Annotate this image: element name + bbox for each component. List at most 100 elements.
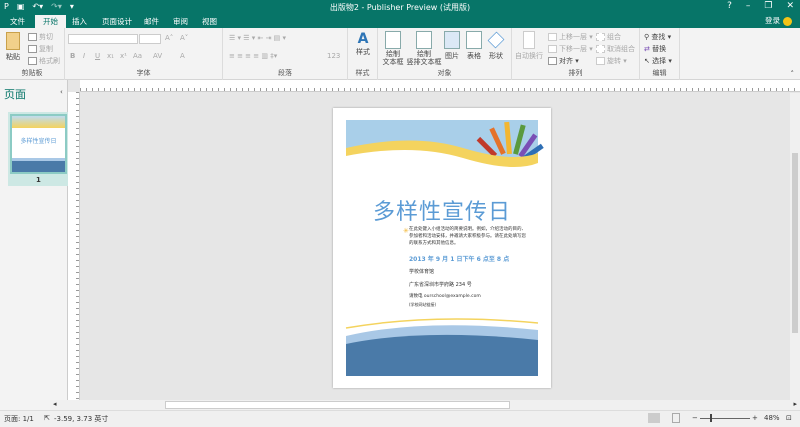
page-graphics: ✳ (345, 120, 544, 376)
numbering-format-button[interactable]: 123 (327, 52, 340, 60)
tab-review[interactable]: 审阅 (165, 15, 196, 28)
thumbnail-title: 多样性宣传日 (20, 138, 57, 145)
tab-insert[interactable]: 插入 (64, 15, 95, 28)
clipboard-group: 粘贴 剪切 复制 格式刷 剪贴板 (0, 28, 65, 80)
font-size-select[interactable] (139, 34, 161, 44)
restore-button[interactable]: ❐ (764, 1, 772, 11)
group-button[interactable]: 组合 (596, 32, 621, 42)
tab-mailings[interactable]: 邮件 (136, 15, 167, 28)
character-spacing-button[interactable]: AV (153, 52, 162, 60)
tab-view[interactable]: 视图 (194, 15, 225, 28)
thumbnail-page-number: 1 (36, 176, 41, 184)
wrap-icon (523, 31, 535, 49)
cut-button[interactable]: 剪切 (28, 32, 53, 42)
document-title[interactable]: 多样性宣传日 (373, 194, 511, 226)
ribbon: 粘贴 剪切 复制 格式刷 剪贴板 A˄ A˅ B I U x₁ x¹ Aa AV… (0, 28, 800, 80)
tab-home[interactable]: 开始 (35, 15, 66, 28)
bullets-button[interactable]: ☰ ▾ ☰ ▾ ⇤ ⇥ ▤ ▾ (229, 34, 286, 42)
find-button[interactable]: ⚲ 查找 ▾ (644, 32, 671, 42)
superscript-button[interactable]: x¹ (120, 52, 127, 60)
replace-button[interactable]: ⇄ 替换 (644, 44, 666, 54)
select-button[interactable]: ↖ 选择 ▾ (644, 56, 672, 66)
font-group: A˄ A˅ B I U x₁ x¹ Aa AV A 字体 (65, 28, 223, 80)
send-backward-button[interactable]: 下移一层 ▾ (548, 44, 593, 54)
paste-button[interactable]: 粘贴 (2, 32, 24, 62)
collapse-pane-button[interactable]: ‹ (60, 88, 63, 96)
help-button[interactable]: ? (727, 1, 732, 11)
title-bar: P ▣ ↶▾ ↷▾ ▾ 出版物2 - Publisher Preview (试用… (0, 0, 800, 14)
horizontal-ruler[interactable] (80, 80, 800, 92)
event-website[interactable]: (学校网站链接) (409, 302, 436, 308)
styles-button[interactable]: A 样式 (348, 31, 378, 57)
scroll-right-icon[interactable]: ▸ (793, 400, 797, 408)
vertical-textbox-icon (416, 31, 432, 49)
draw-textbox-button[interactable]: 绘制 文本框 (378, 31, 408, 66)
zoom-slider[interactable] (700, 418, 750, 419)
wrap-text-button[interactable]: 自动换行 (512, 31, 546, 61)
font-name-select[interactable] (68, 34, 138, 44)
vertical-scroll-thumb[interactable] (792, 153, 798, 333)
window-title: 出版物2 - Publisher Preview (试用版) (329, 3, 471, 12)
vertical-scrollbar[interactable] (790, 93, 800, 400)
zoom-out-button[interactable]: − (692, 414, 698, 422)
arrange-group: 自动换行 上移一层 ▾ 下移一层 ▾ 对齐 ▾ 组合 取消组合 旋转 ▾ 排列 (512, 28, 640, 80)
horizontal-scroll-thumb[interactable] (165, 401, 510, 409)
event-address[interactable]: 广东省深圳市学府路 234 号 (409, 282, 472, 290)
page-indicator[interactable]: 页面: 1/1 (4, 414, 34, 424)
draw-vertical-textbox-button[interactable]: 绘制 竖排文本框 (406, 31, 442, 66)
event-date[interactable]: 2013 年 9 月 1 日下午 6 点至 8 点 (409, 255, 509, 264)
page-thumbnail[interactable]: 多样性宣传日 (10, 114, 67, 174)
zoom-level[interactable]: 48% (764, 414, 780, 422)
arrange-label: 排列 (568, 69, 583, 77)
change-case-button[interactable]: Aa (133, 52, 142, 60)
login-link[interactable]: 登录 (765, 16, 780, 25)
minimize-button[interactable]: – (746, 1, 751, 11)
shrink-font-button[interactable]: A˅ (180, 34, 188, 42)
copy-button[interactable]: 复制 (28, 44, 53, 54)
bring-forward-button[interactable]: 上移一层 ▾ (548, 32, 593, 42)
close-button[interactable]: ✕ (786, 1, 794, 11)
shape-button[interactable]: 形状 (484, 31, 508, 61)
ungroup-button[interactable]: 取消组合 (596, 44, 635, 54)
collapse-ribbon-button[interactable]: ˄ (791, 70, 795, 78)
pages-pane: 页面 ‹ 多样性宣传日 1 (0, 80, 69, 410)
zoom-in-button[interactable]: + (752, 414, 758, 422)
event-contact[interactable]: 请致电 ourschool@example.com (409, 294, 481, 301)
cursor-icon: ⇱ (44, 414, 50, 422)
table-button[interactable]: 表格 (462, 31, 486, 61)
rotate-button[interactable]: 旋转 ▾ (596, 56, 627, 66)
bold-button[interactable]: B (70, 52, 75, 60)
fit-page-icon[interactable]: ⊡ (786, 414, 792, 422)
italic-button[interactable]: I (83, 52, 85, 60)
two-page-view-button[interactable] (672, 413, 680, 423)
event-venue[interactable]: 学校体育馆 (409, 269, 434, 277)
pages-pane-title: 页面 (4, 88, 26, 101)
shape-icon (487, 31, 505, 49)
smiley-icon[interactable] (783, 16, 792, 26)
align-buttons[interactable]: ≡ ≡ ≡ ≡ ▥ ‡▾ (229, 52, 277, 60)
vertical-ruler[interactable] (68, 92, 80, 400)
publication-page[interactable]: ✳ 多样性宣传日 在此处键入小组活动的简要说明。例如，介绍活动的目的、参加者和活… (333, 108, 551, 388)
grow-font-button[interactable]: A˄ (165, 34, 173, 42)
rotate-icon (596, 57, 605, 65)
subscript-button[interactable]: x₁ (107, 52, 114, 60)
copy-icon (28, 45, 37, 53)
zoom-slider-thumb[interactable] (710, 414, 712, 422)
format-painter-button[interactable]: 格式刷 (28, 56, 60, 66)
align-button[interactable]: 对齐 ▾ (548, 56, 579, 66)
picture-button[interactable]: 图片 (440, 31, 464, 61)
align-icon (548, 57, 557, 65)
document-description[interactable]: 在此处键入小组活动的简要说明。例如，介绍活动的目的、参加者和活动安排，并邀请大家… (409, 227, 529, 247)
scissors-icon (28, 33, 37, 41)
horizontal-scrollbar[interactable]: ◂ ▸ (50, 400, 800, 410)
tab-file[interactable]: 文件 (2, 15, 33, 28)
underline-button[interactable]: U (95, 52, 100, 60)
replace-icon: ⇄ (644, 45, 653, 53)
textbox-icon (385, 31, 401, 49)
tab-page-design[interactable]: 页面设计 (94, 15, 140, 28)
styles-label: 样式 (355, 69, 370, 77)
editing-group: ⚲ 查找 ▾ ⇄ 替换 ↖ 选择 ▾ 编辑 (640, 28, 680, 80)
font-color-button[interactable]: A (180, 52, 185, 60)
single-page-view-button[interactable] (648, 413, 660, 423)
scroll-left-icon[interactable]: ◂ (53, 400, 57, 408)
